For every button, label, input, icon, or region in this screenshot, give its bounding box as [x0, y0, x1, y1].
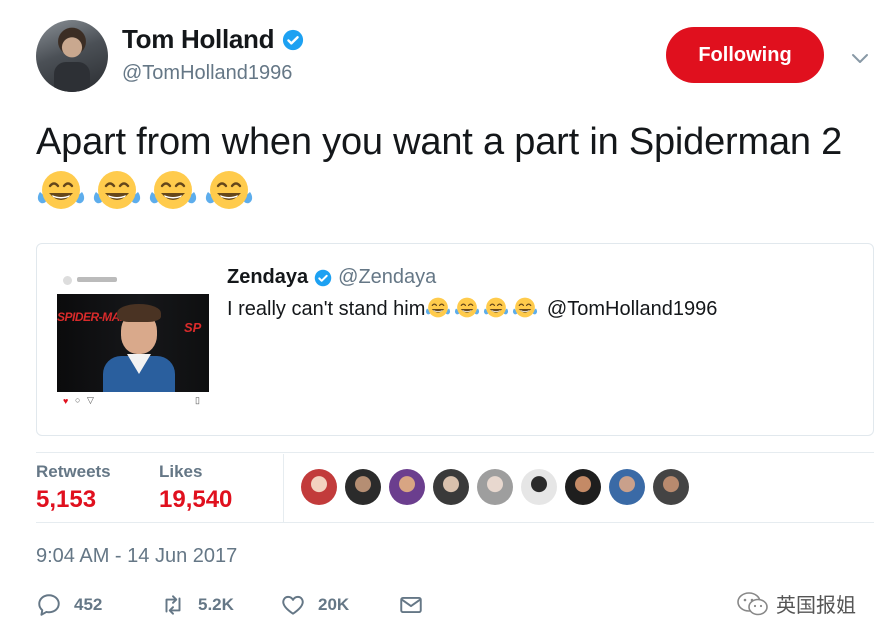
tears-of-joy-emoji-icon — [148, 168, 198, 214]
tears-of-joy-emoji-icon — [454, 296, 480, 320]
tears-of-joy-emoji-icon — [204, 168, 254, 214]
quoted-author-handle[interactable]: @Zendaya — [338, 266, 436, 289]
reply-button[interactable]: 452 — [36, 592, 102, 618]
author-name-row: Tom Holland — [122, 24, 304, 55]
quoted-tweet-text: I really can't stand him @TomHolland1996 — [227, 296, 717, 321]
instagram-header — [57, 258, 209, 294]
likes-stat[interactable]: Likes 19,540 — [159, 462, 232, 514]
spiderman-logo-text-right: SP — [184, 320, 202, 335]
quoted-text-content: I really can't stand him — [227, 298, 426, 320]
instagram-photo: SPIDER-MAN SP — [57, 294, 209, 396]
liker-avatar[interactable] — [301, 469, 337, 505]
quoted-emoji-group — [425, 296, 541, 320]
author-name[interactable]: Tom Holland — [122, 24, 275, 55]
tweet-emoji-group — [36, 171, 260, 215]
instagram-username — [77, 277, 117, 282]
instagram-avatar — [63, 276, 72, 285]
like-button[interactable]: 20K — [280, 592, 349, 618]
stats-bottom-divider — [36, 522, 874, 523]
direct-message-button[interactable] — [398, 592, 424, 618]
retweets-value: 5,153 — [36, 486, 97, 513]
quoted-tweet-image[interactable]: SPIDER-MAN SP ♥ ○ ▽ ▯ — [57, 258, 209, 416]
envelope-icon — [400, 596, 422, 614]
photo-person-hair — [117, 304, 161, 322]
tweet-header: Tom Holland @TomHolland1996 Following — [36, 20, 876, 92]
retweets-label: Retweets — [36, 462, 111, 481]
tears-of-joy-emoji-icon — [425, 296, 451, 320]
heart-icon — [282, 595, 304, 615]
likes-value: 19,540 — [159, 486, 233, 513]
instagram-footer: ♥ ○ ▽ ▯ — [57, 392, 209, 416]
quoted-mention[interactable]: @TomHolland1996 — [547, 298, 717, 320]
tweet-timestamp[interactable]: 9:04 AM - 14 Jun 2017 — [36, 545, 237, 568]
reply-icon — [38, 594, 60, 616]
bookmark-icon: ▯ — [195, 395, 200, 405]
watermark-text: 英国报姐 — [776, 595, 856, 617]
comment-icon: ○ — [75, 395, 81, 405]
liker-avatar[interactable] — [345, 469, 381, 505]
wechat-icon — [737, 591, 768, 615]
chevron-down-icon[interactable] — [848, 46, 872, 70]
likes-label: Likes — [159, 462, 203, 481]
tears-of-joy-emoji-icon — [92, 168, 142, 214]
liker-avatar[interactable] — [609, 469, 645, 505]
retweet-count: 5.2K — [198, 595, 234, 614]
author-avatar[interactable] — [36, 20, 108, 92]
tears-of-joy-emoji-icon — [512, 296, 538, 320]
watermark: 英国报姐 — [736, 589, 856, 618]
liker-avatar[interactable] — [389, 469, 425, 505]
retweet-button[interactable]: 5.2K — [160, 592, 234, 618]
stats-top-divider — [36, 452, 874, 453]
liker-avatar[interactable] — [565, 469, 601, 505]
tweet-text-content: Apart from when you want a part in Spide… — [36, 121, 843, 163]
tears-of-joy-emoji-icon — [483, 296, 509, 320]
liker-avatar[interactable] — [521, 469, 557, 505]
tweet-text: Apart from when you want a part in Spide… — [36, 116, 856, 220]
stats-separator — [283, 454, 284, 522]
liker-avatar[interactable] — [477, 469, 513, 505]
quoted-author-name[interactable]: Zendaya — [227, 266, 308, 289]
heart-icon: ♥ — [63, 396, 69, 406]
quoted-author-row: Zendaya @Zendaya — [227, 266, 436, 289]
liker-avatar[interactable] — [653, 469, 689, 505]
retweets-stat[interactable]: Retweets 5,153 — [36, 462, 111, 514]
following-button[interactable]: Following — [666, 27, 824, 83]
retweet-icon — [165, 595, 181, 615]
like-count: 20K — [318, 595, 350, 614]
tears-of-joy-emoji-icon — [36, 168, 86, 214]
share-icon: ▽ — [87, 395, 94, 405]
verified-badge-icon — [283, 29, 304, 50]
author-handle[interactable]: @TomHolland1996 — [122, 62, 292, 85]
liker-avatar[interactable] — [433, 469, 469, 505]
liker-avatars — [301, 469, 697, 505]
tweet-stats: Retweets 5,153 Likes 19,540 — [36, 454, 874, 522]
verified-badge-icon — [314, 269, 332, 286]
quoted-tweet[interactable]: SPIDER-MAN SP ♥ ○ ▽ ▯ Zendaya @Zendaya I… — [36, 243, 874, 436]
reply-count: 452 — [74, 595, 103, 614]
